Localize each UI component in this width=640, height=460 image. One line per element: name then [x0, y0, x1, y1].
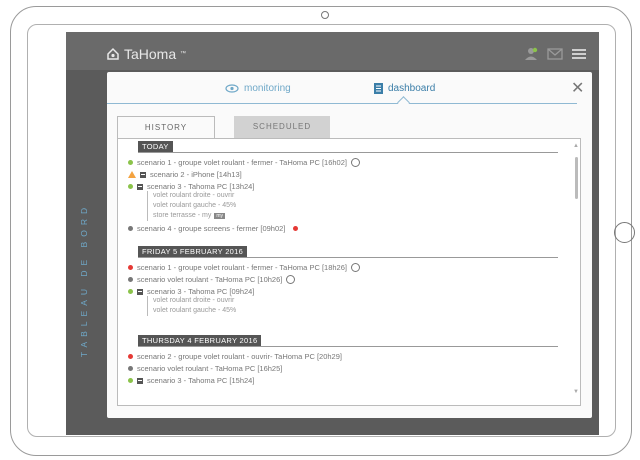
status-dot-icon — [128, 277, 133, 282]
tab-dashboard[interactable]: dashboard — [374, 83, 435, 94]
active-tab-caret — [397, 96, 410, 109]
scroll-thumb[interactable] — [575, 157, 578, 199]
clock-icon — [350, 158, 360, 167]
scrollbar[interactable]: ▲ ▼ — [573, 143, 580, 401]
alert-dot-icon — [293, 226, 299, 231]
row-text: scenario volet roulant - TaHoma PC [16h2… — [137, 364, 283, 373]
tab-monitoring[interactable]: monitoring — [225, 83, 291, 94]
expand-icon[interactable] — [137, 183, 143, 190]
top-bar: TaHoma ™ — [66, 32, 599, 70]
date-divider — [138, 152, 558, 153]
nav-underline — [107, 103, 577, 104]
status-dot-icon — [128, 366, 133, 371]
date-header: TODAY — [138, 141, 173, 152]
tab-history[interactable]: HISTORY — [117, 116, 215, 139]
app-name: TaHoma — [124, 46, 177, 62]
sub-tree-line — [147, 296, 148, 316]
history-row[interactable]: scenario 2 - iPhone [14h13] — [128, 170, 242, 179]
tab-monitoring-label: monitoring — [244, 83, 291, 94]
scroll-down-icon[interactable]: ▼ — [573, 389, 579, 395]
history-row[interactable]: scenario volet roulant - TaHoma PC [10h2… — [128, 275, 296, 284]
eye-icon — [225, 84, 239, 93]
expand-icon[interactable] — [137, 377, 143, 384]
side-label: TABLEAU DE BORD — [79, 202, 89, 358]
house-logo-icon — [107, 47, 119, 60]
sub-item-text: store terrasse - my — [153, 212, 212, 219]
home-button[interactable] — [614, 222, 635, 243]
date-header: FRIDAY 5 FEBRUARY 2016 — [138, 246, 248, 257]
clock-icon — [286, 275, 296, 284]
status-dot-icon — [128, 160, 133, 165]
history-list[interactable]: TODAY scenario 1 - groupe volet roulant … — [117, 138, 581, 406]
history-row[interactable]: scenario 3 - Tahoma PC [15h24] — [128, 376, 254, 385]
mail-icon[interactable] — [547, 47, 563, 61]
date-header: THURSDAY 4 FEBRUARY 2016 — [138, 335, 262, 346]
history-row[interactable]: scenario 2 - groupe volet roulant - ouvr… — [128, 352, 342, 361]
dashboard-modal: monitoring dashboard ✕ HISTORY SCHEDULED… — [107, 72, 592, 418]
menu-icon[interactable] — [571, 47, 587, 61]
date-divider — [138, 346, 558, 347]
row-text: scenario 1 - groupe volet roulant - ferm… — [137, 263, 347, 272]
tab-scheduled[interactable]: SCHEDULED — [234, 116, 330, 138]
row-text: scenario 4 - groupe screens - fermer [09… — [137, 224, 286, 233]
scroll-up-icon[interactable]: ▲ — [573, 143, 579, 149]
status-dot-icon — [128, 354, 133, 359]
status-dot-icon — [128, 289, 133, 294]
camera-icon — [321, 11, 329, 19]
sub-tree-line — [147, 191, 148, 221]
row-text: scenario 3 - Tahoma PC [13h24] — [147, 182, 255, 191]
expand-icon[interactable] — [140, 171, 146, 178]
sub-item: volet roulant droite - ouvrir — [153, 192, 235, 199]
history-row[interactable]: scenario volet roulant - TaHoma PC [16h2… — [128, 364, 282, 373]
tab-dashboard-label: dashboard — [388, 83, 436, 94]
status-dot-icon — [128, 184, 133, 189]
sub-item: store terrasse - my my — [153, 212, 226, 219]
history-row[interactable]: scenario 3 - Tahoma PC [09h24] — [128, 287, 254, 296]
clock-icon — [350, 263, 360, 272]
row-text: scenario 3 - Tahoma PC [09h24] — [147, 287, 255, 296]
status-dot-icon — [128, 265, 133, 270]
history-row[interactable]: scenario 1 - groupe volet roulant - ferm… — [128, 263, 360, 272]
dashboard-icon — [374, 83, 383, 94]
expand-icon[interactable] — [137, 288, 143, 295]
warning-icon — [128, 171, 136, 178]
app-logo: TaHoma ™ — [106, 46, 186, 62]
row-text: scenario 1 - groupe volet roulant - ferm… — [137, 158, 347, 167]
user-icon[interactable] — [523, 47, 539, 61]
row-text: scenario 2 - iPhone [14h13] — [150, 170, 242, 179]
side-strip: TABLEAU DE BORD — [66, 70, 102, 435]
my-badge: my — [214, 213, 226, 219]
sub-item: volet roulant gauche - 45% — [153, 202, 237, 209]
history-row[interactable]: scenario 1 - groupe volet roulant - ferm… — [128, 158, 360, 167]
row-text: scenario volet roulant - TaHoma PC [10h2… — [137, 275, 283, 284]
sub-item: volet roulant droite - ouvrir — [153, 297, 235, 304]
sub-item: volet roulant gauche - 45% — [153, 307, 237, 314]
close-icon[interactable]: ✕ — [571, 78, 584, 98]
row-text: scenario 2 - groupe volet roulant - ouvr… — [137, 352, 342, 361]
row-text: scenario 3 - Tahoma PC [15h24] — [147, 376, 255, 385]
history-row[interactable]: scenario 3 - Tahoma PC [13h24] — [128, 182, 254, 191]
status-dot-icon — [128, 226, 133, 231]
status-dot-icon — [128, 378, 133, 383]
modal-nav: monitoring dashboard ✕ — [107, 72, 592, 109]
date-divider — [138, 257, 558, 258]
history-row[interactable]: scenario 4 - groupe screens - fermer [09… — [128, 224, 299, 233]
